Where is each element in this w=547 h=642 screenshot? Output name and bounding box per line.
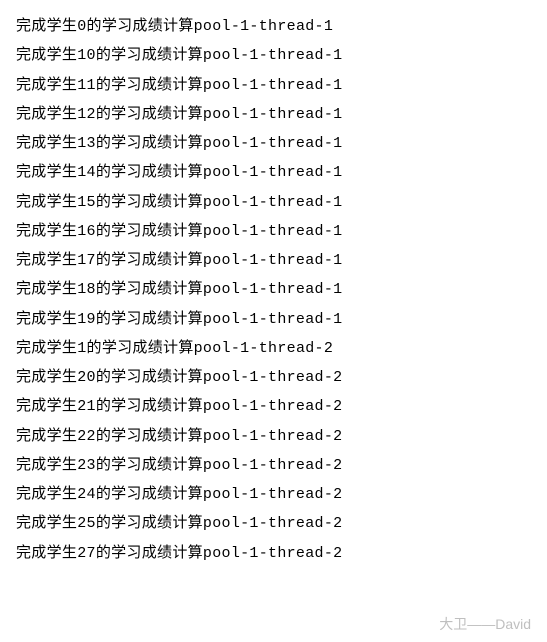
watermark-text: 大卫——David (439, 614, 531, 634)
log-middle: 的学习成绩计算 (96, 486, 203, 503)
log-line: 完成学生1的学习成绩计算pool-1-thread-2 (16, 334, 531, 363)
log-prefix: 完成学生 (16, 252, 77, 269)
log-prefix: 完成学生 (16, 311, 77, 328)
student-id: 23 (77, 457, 96, 474)
log-middle: 的学习成绩计算 (96, 77, 203, 94)
log-line: 完成学生19的学习成绩计算pool-1-thread-1 (16, 305, 531, 334)
student-id: 12 (77, 106, 96, 123)
log-prefix: 完成学生 (16, 194, 77, 211)
thread-name: pool-1-thread-1 (203, 311, 343, 328)
student-id: 19 (77, 311, 96, 328)
thread-name: pool-1-thread-2 (203, 515, 343, 532)
log-line: 完成学生15的学习成绩计算pool-1-thread-1 (16, 188, 531, 217)
log-prefix: 完成学生 (16, 281, 77, 298)
log-line: 完成学生25的学习成绩计算pool-1-thread-2 (16, 509, 531, 538)
log-prefix: 完成学生 (16, 486, 77, 503)
thread-name: pool-1-thread-1 (194, 18, 334, 35)
log-middle: 的学习成绩计算 (96, 398, 203, 415)
log-prefix: 完成学生 (16, 77, 77, 94)
log-line: 完成学生13的学习成绩计算pool-1-thread-1 (16, 129, 531, 158)
student-id: 14 (77, 164, 96, 181)
student-id: 11 (77, 77, 96, 94)
student-id: 20 (77, 369, 96, 386)
log-middle: 的学习成绩计算 (96, 515, 203, 532)
log-middle: 的学习成绩计算 (96, 164, 203, 181)
thread-name: pool-1-thread-2 (203, 428, 343, 445)
thread-name: pool-1-thread-2 (194, 340, 334, 357)
log-line: 完成学生0的学习成绩计算pool-1-thread-1 (16, 12, 531, 41)
log-middle: 的学习成绩计算 (96, 369, 203, 386)
log-line: 完成学生22的学习成绩计算pool-1-thread-2 (16, 422, 531, 451)
log-prefix: 完成学生 (16, 340, 77, 357)
log-middle: 的学习成绩计算 (87, 340, 194, 357)
student-id: 16 (77, 223, 96, 240)
log-prefix: 完成学生 (16, 47, 77, 64)
log-line: 完成学生14的学习成绩计算pool-1-thread-1 (16, 158, 531, 187)
log-prefix: 完成学生 (16, 457, 77, 474)
log-middle: 的学习成绩计算 (96, 311, 203, 328)
thread-name: pool-1-thread-2 (203, 398, 343, 415)
thread-name: pool-1-thread-1 (203, 223, 343, 240)
log-line: 完成学生27的学习成绩计算pool-1-thread-2 (16, 539, 531, 568)
thread-name: pool-1-thread-1 (203, 47, 343, 64)
log-middle: 的学习成绩计算 (96, 194, 203, 211)
student-id: 10 (77, 47, 96, 64)
log-middle: 的学习成绩计算 (96, 106, 203, 123)
log-line: 完成学生23的学习成绩计算pool-1-thread-2 (16, 451, 531, 480)
log-line: 完成学生18的学习成绩计算pool-1-thread-1 (16, 275, 531, 304)
student-id: 18 (77, 281, 96, 298)
log-middle: 的学习成绩计算 (87, 18, 194, 35)
student-id: 27 (77, 545, 96, 562)
thread-name: pool-1-thread-2 (203, 369, 343, 386)
student-id: 24 (77, 486, 96, 503)
student-id: 22 (77, 428, 96, 445)
student-id: 0 (77, 18, 86, 35)
log-line: 完成学生10的学习成绩计算pool-1-thread-1 (16, 41, 531, 70)
log-middle: 的学习成绩计算 (96, 223, 203, 240)
student-id: 17 (77, 252, 96, 269)
thread-name: pool-1-thread-1 (203, 135, 343, 152)
log-line: 完成学生16的学习成绩计算pool-1-thread-1 (16, 217, 531, 246)
thread-name: pool-1-thread-1 (203, 77, 343, 94)
thread-name: pool-1-thread-2 (203, 545, 343, 562)
log-line: 完成学生17的学习成绩计算pool-1-thread-1 (16, 246, 531, 275)
student-id: 25 (77, 515, 96, 532)
log-prefix: 完成学生 (16, 106, 77, 123)
console-output: 完成学生0的学习成绩计算pool-1-thread-1完成学生10的学习成绩计算… (16, 12, 531, 568)
log-prefix: 完成学生 (16, 398, 77, 415)
student-id: 13 (77, 135, 96, 152)
log-middle: 的学习成绩计算 (96, 281, 203, 298)
log-line: 完成学生11的学习成绩计算pool-1-thread-1 (16, 71, 531, 100)
log-line: 完成学生20的学习成绩计算pool-1-thread-2 (16, 363, 531, 392)
log-middle: 的学习成绩计算 (96, 252, 203, 269)
log-line: 完成学生21的学习成绩计算pool-1-thread-2 (16, 392, 531, 421)
thread-name: pool-1-thread-1 (203, 252, 343, 269)
student-id: 21 (77, 398, 96, 415)
thread-name: pool-1-thread-2 (203, 486, 343, 503)
student-id: 1 (77, 340, 86, 357)
log-middle: 的学习成绩计算 (96, 457, 203, 474)
thread-name: pool-1-thread-1 (203, 164, 343, 181)
thread-name: pool-1-thread-1 (203, 281, 343, 298)
log-prefix: 完成学生 (16, 164, 77, 181)
log-middle: 的学习成绩计算 (96, 47, 203, 64)
log-prefix: 完成学生 (16, 428, 77, 445)
log-line: 完成学生24的学习成绩计算pool-1-thread-2 (16, 480, 531, 509)
log-middle: 的学习成绩计算 (96, 135, 203, 152)
log-prefix: 完成学生 (16, 515, 77, 532)
log-prefix: 完成学生 (16, 135, 77, 152)
thread-name: pool-1-thread-1 (203, 194, 343, 211)
log-middle: 的学习成绩计算 (96, 428, 203, 445)
thread-name: pool-1-thread-1 (203, 106, 343, 123)
log-prefix: 完成学生 (16, 223, 77, 240)
log-line: 完成学生12的学习成绩计算pool-1-thread-1 (16, 100, 531, 129)
log-prefix: 完成学生 (16, 545, 77, 562)
thread-name: pool-1-thread-2 (203, 457, 343, 474)
log-prefix: 完成学生 (16, 369, 77, 386)
log-middle: 的学习成绩计算 (96, 545, 203, 562)
student-id: 15 (77, 194, 96, 211)
log-prefix: 完成学生 (16, 18, 77, 35)
